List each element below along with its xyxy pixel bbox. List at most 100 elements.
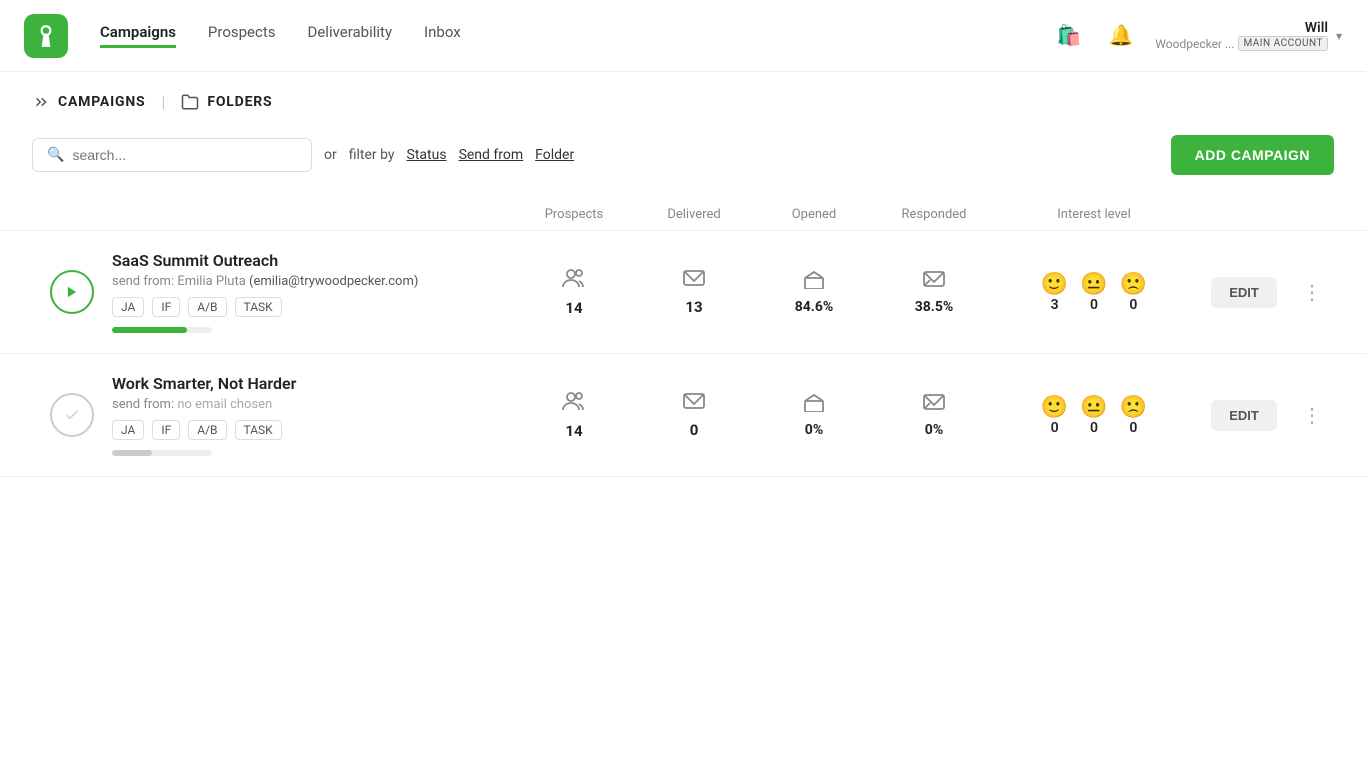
campaign-progress-fill [112, 327, 187, 333]
interest-neutral-2: 😐 0 [1080, 395, 1107, 436]
tag-ja[interactable]: JA [112, 297, 144, 317]
campaign-progress-fill-2 [112, 450, 152, 456]
col-header-responded: Responded [874, 207, 994, 222]
nav-campaigns[interactable]: Campaigns [100, 23, 176, 48]
tag-ab-2[interactable]: A/B [188, 420, 226, 440]
edit-campaign-button-2[interactable]: EDIT [1211, 400, 1277, 431]
tag-ab[interactable]: A/B [188, 297, 226, 317]
interest-cell: 🙂 3 😐 0 🙁 0 [994, 272, 1194, 313]
main-account-badge: MAIN ACCOUNT [1238, 36, 1328, 51]
nav-right: 🛍️ 🔔 Will Woodpecker ... MAIN ACCOUNT ▾ [1051, 18, 1342, 54]
user-name: Will [1155, 20, 1328, 36]
user-menu[interactable]: Will Woodpecker ... MAIN ACCOUNT ▾ [1155, 20, 1342, 51]
col-header-interest: Interest level [994, 207, 1194, 222]
tag-task-2[interactable]: TASK [235, 420, 282, 440]
filter-send-from-link[interactable]: Send from [459, 147, 524, 163]
interest-positive-2: 🙂 0 [1041, 395, 1068, 436]
stat-prospects: 14 [514, 267, 634, 317]
edit-cell: EDIT [1194, 277, 1294, 308]
responded-value-2: 0% [874, 422, 994, 438]
breadcrumb-campaigns[interactable]: CAMPAIGNS [32, 93, 145, 111]
neutral-face-icon: 😐 [1080, 272, 1107, 297]
tag-if-2[interactable]: IF [152, 420, 180, 440]
more-cell: ⋮ [1294, 276, 1334, 309]
campaign-progress-bar [112, 327, 212, 333]
col-header-delivered: Delivered [634, 207, 754, 222]
shopping-icon-btn[interactable]: 🛍️ [1051, 18, 1087, 54]
add-campaign-button[interactable]: ADD CAMPAIGN [1171, 135, 1334, 175]
nav-links: Campaigns Prospects Deliverability Inbox [100, 23, 1051, 48]
campaign-name[interactable]: SaaS Summit Outreach [112, 251, 514, 270]
stat-responded-2: 0% [874, 392, 994, 438]
more-options-button-2[interactable]: ⋮ [1294, 399, 1330, 432]
play-icon [65, 285, 79, 299]
opened-value-2: 0% [754, 422, 874, 438]
user-info: Will Woodpecker ... MAIN ACCOUNT [1155, 20, 1328, 51]
campaigns-breadcrumb-icon [32, 93, 50, 111]
logo-icon [33, 23, 59, 49]
interest-negative-count: 0 [1120, 297, 1147, 313]
campaign-sender-2: send from: no email chosen [112, 397, 514, 412]
prospects-icon [514, 267, 634, 295]
interest-neutral-count: 0 [1080, 297, 1107, 313]
app-logo[interactable] [24, 14, 68, 58]
breadcrumb-folders-label: FOLDERS [207, 94, 272, 110]
responded-icon [874, 269, 994, 295]
search-box[interactable]: 🔍 [32, 138, 312, 172]
campaign-row: Work Smarter, Not Harder send from: no e… [0, 354, 1366, 477]
responded-icon-2 [874, 392, 994, 418]
play-button[interactable] [50, 270, 94, 314]
prospects-value: 14 [514, 299, 634, 317]
chevron-down-icon: ▾ [1336, 29, 1342, 43]
nav-inbox[interactable]: Inbox [424, 23, 461, 48]
edit-campaign-button[interactable]: EDIT [1211, 277, 1277, 308]
more-options-button[interactable]: ⋮ [1294, 276, 1330, 309]
navbar: Campaigns Prospects Deliverability Inbox… [0, 0, 1366, 72]
interest-positive: 🙂 3 [1041, 272, 1068, 313]
happy-face-icon: 🙂 [1041, 272, 1068, 297]
breadcrumb-folders[interactable]: FOLDERS [181, 93, 272, 111]
campaign-progress-bar-2 [112, 450, 212, 456]
interest-neutral-count-2: 0 [1080, 420, 1107, 436]
breadcrumb-divider: | [161, 92, 165, 111]
filter-status-link[interactable]: Status [407, 147, 447, 163]
delivered-icon [634, 268, 754, 294]
nav-deliverability[interactable]: Deliverability [308, 23, 393, 48]
stat-prospects-2: 14 [514, 390, 634, 440]
stat-responded: 38.5% [874, 269, 994, 315]
campaign-info-2: Work Smarter, Not Harder send from: no e… [112, 374, 514, 456]
checkbox-icon [64, 407, 80, 423]
happy-face-icon-2: 🙂 [1041, 395, 1068, 420]
delivered-icon-2 [634, 391, 754, 417]
interest-cell-2: 🙂 0 😐 0 🙁 0 [994, 395, 1194, 436]
tag-if[interactable]: IF [152, 297, 180, 317]
sad-face-icon: 🙁 [1120, 272, 1147, 297]
campaign-status-icon [32, 270, 112, 314]
campaign-tags: JA IF A/B TASK [112, 297, 514, 317]
interest-negative: 🙁 0 [1120, 272, 1147, 313]
search-input[interactable] [72, 147, 297, 163]
interest-negative-count-2: 0 [1120, 420, 1147, 436]
interest-neutral: 😐 0 [1080, 272, 1107, 313]
opened-icon-2 [754, 392, 874, 418]
campaign-tags-2: JA IF A/B TASK [112, 420, 514, 440]
tag-ja-2[interactable]: JA [112, 420, 144, 440]
campaign-row: SaaS Summit Outreach send from: Emilia P… [0, 231, 1366, 354]
notification-icon-btn[interactable]: 🔔 [1103, 18, 1139, 54]
nav-prospects[interactable]: Prospects [208, 23, 276, 48]
opened-value: 84.6% [754, 299, 874, 315]
table-header: Prospects Delivered Opened Responded Int… [0, 199, 1366, 231]
tag-task[interactable]: TASK [235, 297, 282, 317]
checkbox-button[interactable] [50, 393, 94, 437]
delivered-value-2: 0 [634, 421, 754, 439]
filter-folder-link[interactable]: Folder [535, 147, 574, 163]
more-cell-2: ⋮ [1294, 399, 1334, 432]
stat-delivered: 13 [634, 268, 754, 316]
prospects-value-2: 14 [514, 422, 634, 440]
interest-negative-2: 🙁 0 [1120, 395, 1147, 436]
stat-opened-2: 0% [754, 392, 874, 438]
prospects-icon-2 [514, 390, 634, 418]
campaign-name-2[interactable]: Work Smarter, Not Harder [112, 374, 514, 393]
filter-by-label: filter by [349, 147, 395, 163]
neutral-face-icon-2: 😐 [1080, 395, 1107, 420]
